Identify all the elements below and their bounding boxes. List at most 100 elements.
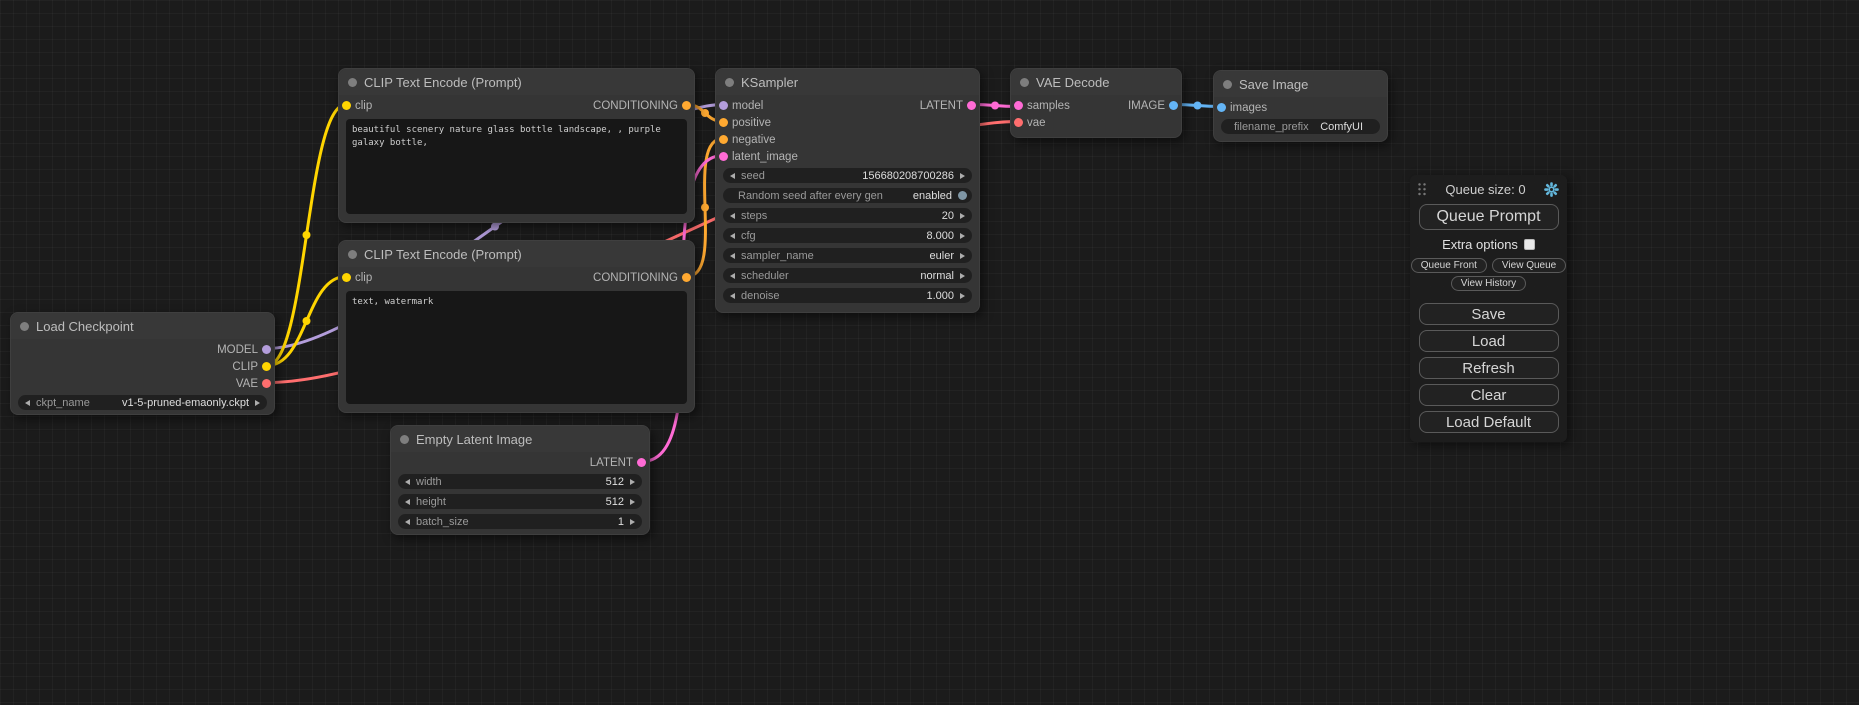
node-title-bar[interactable]: VAE Decode — [1011, 69, 1181, 95]
slot-dot-samples-icon[interactable] — [1014, 101, 1023, 110]
node-title-bar[interactable]: Load Checkpoint — [11, 313, 274, 339]
prompt-textarea-negative[interactable]: text, watermark — [346, 291, 687, 404]
input-slot-positive[interactable]: positive — [716, 114, 979, 131]
collapse-dot-icon[interactable] — [348, 250, 357, 259]
slot-dot-image-icon[interactable] — [1169, 101, 1178, 110]
widget-scheduler[interactable]: scheduler normal — [723, 268, 972, 283]
settings-gear-icon[interactable] — [1544, 182, 1559, 197]
increment-arrow-icon[interactable] — [960, 233, 965, 239]
slot-dot-images-icon[interactable] — [1217, 103, 1226, 112]
node-clip-text-encode-negative[interactable]: CLIP Text Encode (Prompt) clip CONDITION… — [338, 240, 695, 413]
view-history-button[interactable]: View History — [1451, 276, 1526, 291]
decrement-arrow-icon[interactable] — [730, 233, 735, 239]
extra-options-checkbox[interactable] — [1524, 239, 1535, 250]
toggle-dot-icon[interactable] — [958, 191, 967, 200]
slot-row-samples-image[interactable]: samples IMAGE — [1011, 97, 1181, 114]
slot-dot-clip-input-icon[interactable] — [342, 273, 351, 282]
slot-dot-conditioning-icon[interactable] — [682, 273, 691, 282]
increment-arrow-icon[interactable] — [255, 400, 260, 406]
node-title-bar[interactable]: Empty Latent Image — [391, 426, 649, 452]
load-button[interactable]: Load — [1419, 330, 1559, 352]
input-slot-latent-image[interactable]: latent_image — [716, 148, 979, 165]
decrement-arrow-icon[interactable] — [730, 173, 735, 179]
refresh-button[interactable]: Refresh — [1419, 357, 1559, 379]
input-slot-vae[interactable]: vae — [1011, 114, 1181, 131]
output-slot-model[interactable]: MODEL — [11, 341, 274, 358]
slot-row-model-latent[interactable]: model LATENT — [716, 97, 979, 114]
drag-handle-icon[interactable] — [1417, 182, 1427, 196]
queue-prompt-button[interactable]: Queue Prompt — [1419, 204, 1559, 230]
output-slot-latent[interactable]: LATENT — [391, 454, 649, 471]
widget-steps[interactable]: steps 20 — [723, 208, 972, 223]
increment-arrow-icon[interactable] — [630, 479, 635, 485]
slot-dot-latent-image-icon[interactable] — [719, 152, 728, 161]
increment-arrow-icon[interactable] — [960, 253, 965, 259]
prompt-textarea-positive[interactable]: beautiful scenery nature glass bottle la… — [346, 119, 687, 214]
increment-arrow-icon[interactable] — [630, 519, 635, 525]
node-load-checkpoint[interactable]: Load Checkpoint MODEL CLIP VAE ckpt_name… — [10, 312, 275, 415]
view-queue-button[interactable]: View Queue — [1492, 258, 1566, 273]
node-title-bar[interactable]: KSampler — [716, 69, 979, 95]
slot-dot-positive-icon[interactable] — [719, 118, 728, 127]
node-ksampler[interactable]: KSampler model LATENT positive negative … — [715, 68, 980, 313]
slot-dot-conditioning-icon[interactable] — [682, 101, 691, 110]
collapse-dot-icon[interactable] — [725, 78, 734, 87]
output-slot-clip[interactable]: CLIP — [11, 358, 274, 375]
collapse-dot-icon[interactable] — [400, 435, 409, 444]
collapse-dot-icon[interactable] — [20, 322, 29, 331]
widget-batch-size[interactable]: batch_size 1 — [398, 514, 642, 529]
node-empty-latent-image[interactable]: Empty Latent Image LATENT width 512 heig… — [390, 425, 650, 535]
clear-button[interactable]: Clear — [1419, 384, 1559, 406]
slot-dot-model-input-icon[interactable] — [719, 101, 728, 110]
slot-dot-latent-icon[interactable] — [637, 458, 646, 467]
decrement-arrow-icon[interactable] — [730, 213, 735, 219]
increment-arrow-icon[interactable] — [960, 213, 965, 219]
decrement-arrow-icon[interactable] — [405, 479, 410, 485]
increment-arrow-icon[interactable] — [960, 293, 965, 299]
node-title-bar[interactable]: CLIP Text Encode (Prompt) — [339, 69, 694, 95]
slot-dot-negative-icon[interactable] — [719, 135, 728, 144]
decrement-arrow-icon[interactable] — [405, 519, 410, 525]
slot-dot-clip-input-icon[interactable] — [342, 101, 351, 110]
widget-ckpt-name[interactable]: ckpt_name v1-5-pruned-emaonly.ckpt — [18, 395, 267, 410]
slot-dot-vae-icon[interactable] — [262, 379, 271, 388]
slot-row-clip-conditioning[interactable]: clip CONDITIONING — [339, 97, 694, 114]
widget-cfg[interactable]: cfg 8.000 — [723, 228, 972, 243]
collapse-dot-icon[interactable] — [348, 78, 357, 87]
decrement-arrow-icon[interactable] — [730, 273, 735, 279]
widget-denoise[interactable]: denoise 1.000 — [723, 288, 972, 303]
node-clip-text-encode-positive[interactable]: CLIP Text Encode (Prompt) clip CONDITION… — [338, 68, 695, 223]
widget-width[interactable]: width 512 — [398, 474, 642, 489]
increment-arrow-icon[interactable] — [630, 499, 635, 505]
widget-height[interactable]: height 512 — [398, 494, 642, 509]
node-save-image[interactable]: Save Image images filename_prefix ComfyU… — [1213, 70, 1388, 142]
save-button[interactable]: Save — [1419, 303, 1559, 325]
slot-dot-model-icon[interactable] — [262, 345, 271, 354]
queue-front-button[interactable]: Queue Front — [1411, 258, 1487, 273]
widget-random-seed-toggle[interactable]: Random seed after every gen enabled — [723, 188, 972, 203]
node-vae-decode[interactable]: VAE Decode samples IMAGE vae — [1010, 68, 1182, 138]
widget-value: 1.000 — [786, 290, 954, 302]
widget-seed[interactable]: seed 156680208700286 — [723, 168, 972, 183]
collapse-dot-icon[interactable] — [1020, 78, 1029, 87]
input-slot-negative[interactable]: negative — [716, 131, 979, 148]
slot-row-clip-conditioning[interactable]: clip CONDITIONING — [339, 269, 694, 286]
decrement-arrow-icon[interactable] — [405, 499, 410, 505]
decrement-arrow-icon[interactable] — [25, 400, 30, 406]
load-default-button[interactable]: Load Default — [1419, 411, 1559, 433]
widget-sampler-name[interactable]: sampler_name euler — [723, 248, 972, 263]
decrement-arrow-icon[interactable] — [730, 293, 735, 299]
input-slot-images[interactable]: images — [1214, 99, 1387, 116]
slot-dot-latent-output-icon[interactable] — [967, 101, 976, 110]
collapse-dot-icon[interactable] — [1223, 80, 1232, 89]
node-title-bar[interactable]: Save Image — [1214, 71, 1387, 97]
increment-arrow-icon[interactable] — [960, 173, 965, 179]
node-title-bar[interactable]: CLIP Text Encode (Prompt) — [339, 241, 694, 267]
widget-filename-prefix[interactable]: filename_prefix ComfyUI — [1221, 119, 1380, 134]
increment-arrow-icon[interactable] — [960, 273, 965, 279]
decrement-arrow-icon[interactable] — [730, 253, 735, 259]
slot-dot-clip-icon[interactable] — [262, 362, 271, 371]
output-slot-vae[interactable]: VAE — [11, 375, 274, 392]
node-graph-canvas[interactable]: Load Checkpoint MODEL CLIP VAE ckpt_name… — [0, 0, 1859, 705]
slot-dot-vae-input-icon[interactable] — [1014, 118, 1023, 127]
